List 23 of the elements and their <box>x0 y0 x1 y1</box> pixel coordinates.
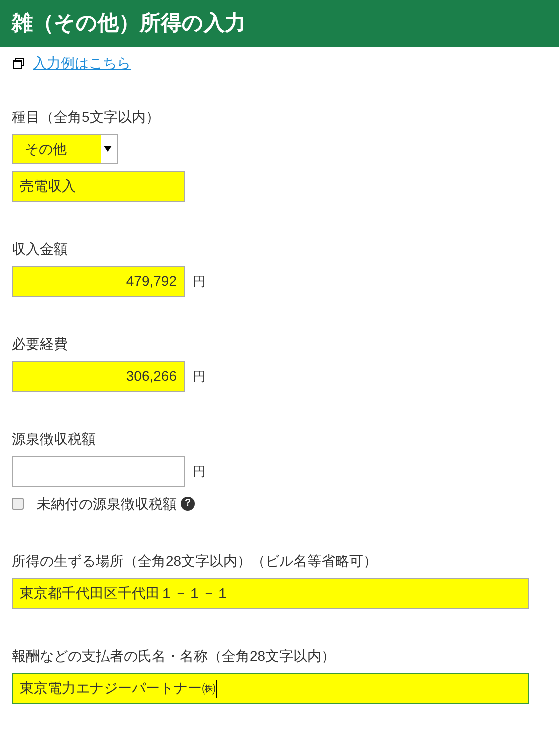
yen-unit: 円 <box>193 272 206 291</box>
field-label: 報酬などの支払者の氏名・名称（全角28文字以内） <box>12 647 337 666</box>
checkbox-label[interactable]: 未納付の源泉徴収税額 <box>37 494 177 514</box>
field-label: 必要経費 <box>12 335 69 354</box>
yen-unit: 円 <box>193 462 206 481</box>
page-title: 雑（その他）所得の入力 <box>12 10 246 37</box>
field-label: 収入金額 <box>12 240 69 259</box>
field-label: 所得の生ずる場所（全角28文字以内）（ビル名等省略可） <box>12 552 379 571</box>
select-field[interactable]: その他 <box>12 134 118 164</box>
field-label: 源泉徴収税額 <box>12 430 97 449</box>
caret-icon <box>104 146 112 152</box>
field-label: 種目（全角5文字以内） <box>12 108 161 127</box>
amount-field[interactable]: 306,266 <box>12 361 185 392</box>
text-field[interactable]: 東京都千代田区千代田１－１－１ <box>12 578 529 609</box>
checkbox[interactable] <box>12 498 24 510</box>
help-icon[interactable]: ? <box>181 497 195 511</box>
text-field[interactable]: 東京電力エナジーパートナー㈱ <box>12 673 529 704</box>
window-icon <box>13 58 24 68</box>
example-link[interactable]: 入力例はこちら <box>33 53 131 73</box>
text-field[interactable]: 売電収入 <box>12 171 185 202</box>
amount-field[interactable] <box>12 456 185 487</box>
yen-unit: 円 <box>193 368 206 386</box>
amount-field[interactable]: 479,792 <box>12 266 185 297</box>
